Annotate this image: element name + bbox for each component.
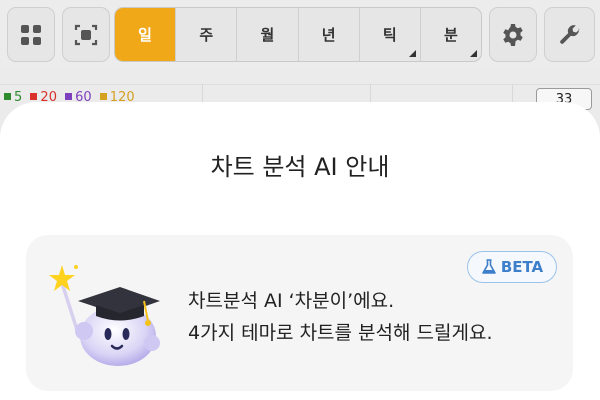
period-year-label: 년 [321, 26, 336, 44]
capture-button[interactable] [62, 7, 110, 62]
sheet-title: 차트 분석 AI 안내 [210, 153, 390, 181]
grid-menu-button[interactable] [7, 7, 55, 62]
beta-badge-label: BETA [500, 258, 544, 276]
period-tick-label: 틱 [382, 26, 397, 44]
chart-top-border [0, 84, 600, 85]
gear-icon [503, 23, 523, 46]
message-line-2: 4가지 테마로 차트를 분석해 드릴게요. [188, 322, 493, 344]
ai-intro-message: 차트분석 AI ‘차분이’에요. 4가지 테마로 차트를 분석해 드릴게요. [188, 285, 493, 349]
period-day[interactable]: 일 [115, 8, 177, 61]
period-month[interactable]: 월 [237, 8, 299, 61]
beta-badge: BETA [467, 251, 557, 283]
period-year[interactable]: 년 [299, 8, 360, 61]
period-week-label: 주 [199, 26, 214, 44]
ma-legend-item-5: 5 [4, 90, 22, 105]
wrench-icon [559, 24, 579, 44]
period-minute[interactable]: 분 [421, 8, 481, 61]
message-line-1: 차트분석 AI ‘차분이’에요. [188, 290, 395, 312]
period-minute-label: 분 [444, 26, 458, 44]
tools-button[interactable] [544, 7, 595, 62]
capture-icon [74, 24, 98, 45]
period-selector: 일 주 월 년 틱 분 [114, 7, 482, 62]
submenu-indicator-icon [470, 50, 478, 57]
chabuni-mascot-icon [49, 265, 160, 366]
flask-icon [482, 259, 496, 274]
period-month-label: 월 [260, 26, 275, 44]
period-day-label: 일 [138, 26, 152, 44]
ai-intro-bottom-sheet: 차트 분석 AI 안내 BETA 차트분석 AI ‘차분이’에요. 4가지 테마… [0, 102, 600, 400]
period-week[interactable]: 주 [176, 8, 238, 61]
submenu-indicator-icon [408, 50, 416, 57]
period-tick[interactable]: 틱 [360, 8, 421, 61]
settings-button[interactable] [489, 7, 537, 62]
top-toolbar: 일 주 월 년 틱 분 [0, 0, 600, 70]
grid-icon [21, 24, 41, 45]
ai-intro-card: BETA 차트분석 AI ‘차분이’에요. 4가지 테마로 차트를 분석해 드릴… [26, 235, 573, 391]
